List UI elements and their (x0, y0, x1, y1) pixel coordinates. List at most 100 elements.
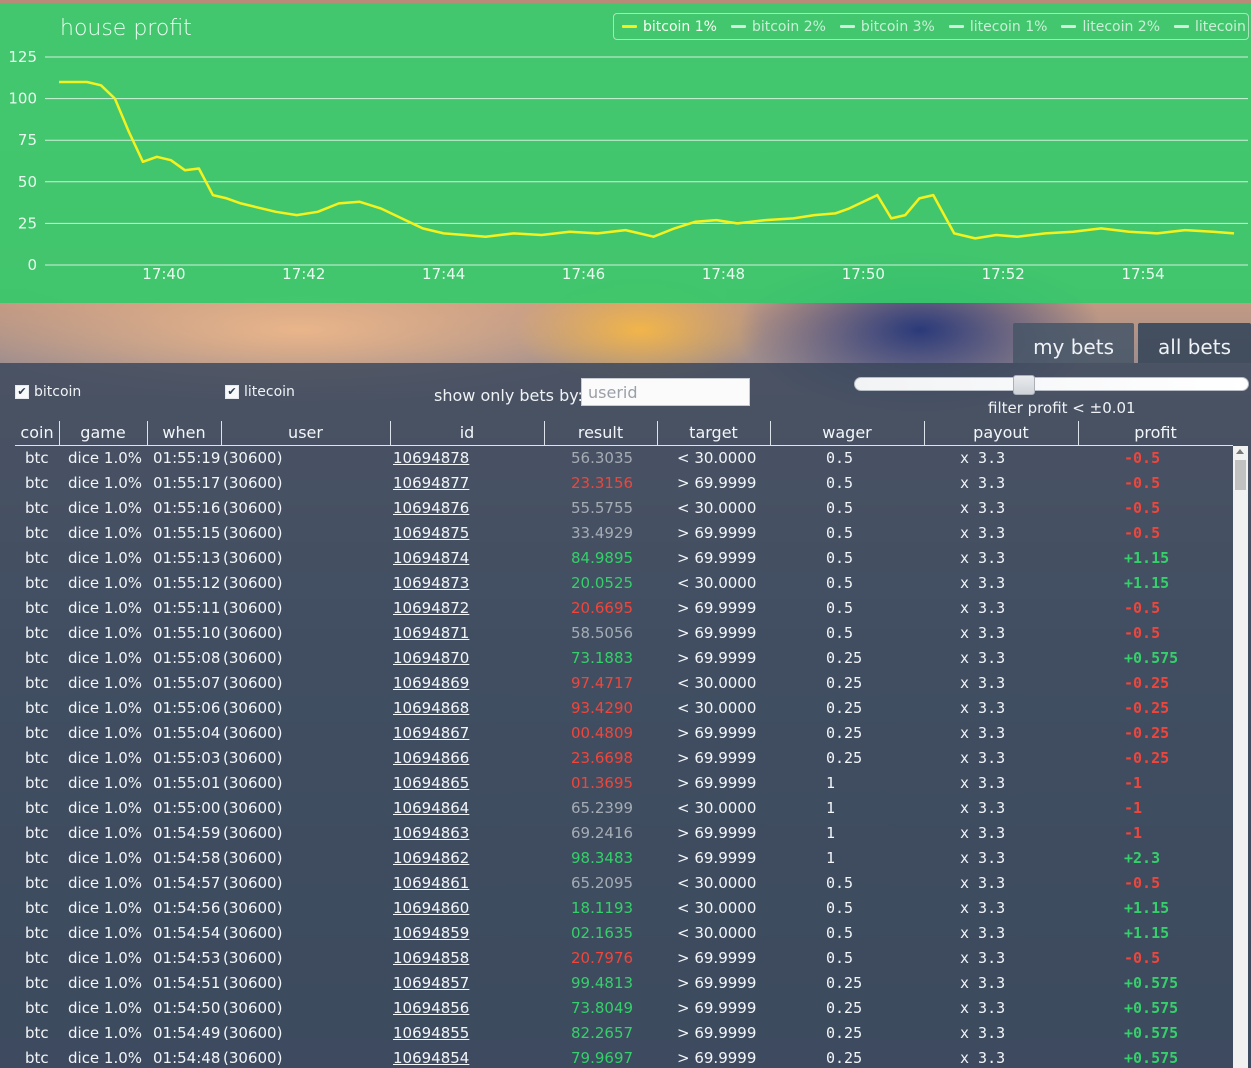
x-tick-label: 17:52 (982, 265, 1025, 283)
cell-game: dice 1.0% (68, 524, 143, 542)
table-scrollbar-thumb[interactable] (1235, 460, 1246, 490)
cell-wager: 0.5 (826, 574, 854, 592)
cell-id[interactable]: 10694875 (393, 521, 469, 546)
cell-profit: +1.15 (1124, 899, 1170, 917)
cell-coin: btc (25, 974, 49, 992)
x-tick-label: 17:44 (422, 265, 465, 283)
cell-when: 01:54:56 (153, 899, 221, 917)
cell-id[interactable]: 10694862 (393, 846, 469, 871)
profit-filter-label: filter profit < ±0.01 (988, 399, 1136, 417)
cell-id[interactable]: 10694877 (393, 471, 469, 496)
tab-all-bets[interactable]: all bets (1138, 323, 1251, 363)
cell-id[interactable]: 10694869 (393, 671, 469, 696)
cell-id[interactable]: 10694865 (393, 771, 469, 796)
cell-id[interactable]: 10694873 (393, 571, 469, 596)
cell-game: dice 1.0% (68, 599, 143, 617)
cell-coin: btc (25, 824, 49, 842)
cell-when: 01:55:03 (153, 749, 221, 767)
cell-wager: 0.5 (826, 599, 854, 617)
cell-when: 01:54:58 (153, 849, 221, 867)
legend-item[interactable]: bitcoin 2% (730, 19, 826, 35)
cell-payout: x 3.3 (960, 674, 1006, 692)
cell-target: < 30.0000 (677, 499, 757, 517)
bets-tabs: my bets all bets (1009, 323, 1251, 363)
cell-id[interactable]: 10694870 (393, 646, 469, 671)
profit-filter-slider[interactable] (854, 377, 1249, 391)
userid-input[interactable] (581, 378, 750, 406)
cell-wager: 0.5 (826, 624, 854, 642)
profit-filter-slider-handle[interactable] (1012, 375, 1035, 395)
cell-wager: 0.25 (826, 699, 863, 717)
cell-when: 01:54:51 (153, 974, 221, 992)
legend-item[interactable]: litecoin 3% (1174, 19, 1251, 35)
cell-id[interactable]: 10694861 (393, 871, 469, 896)
cell-id[interactable]: 10694857 (393, 971, 469, 996)
y-tick-label: 0 (27, 256, 37, 274)
cell-id[interactable]: 10694855 (393, 1021, 469, 1046)
cell-id[interactable]: 10694871 (393, 621, 469, 646)
cell-user: (30600) (223, 499, 283, 517)
cell-id[interactable]: 10694854 (393, 1046, 469, 1068)
cell-profit: +0.575 (1124, 999, 1179, 1017)
bitcoin-checkbox[interactable]: ✔ (15, 385, 29, 399)
cell-id[interactable]: 10694876 (393, 496, 469, 521)
cell-game: dice 1.0% (68, 999, 143, 1017)
cell-id[interactable]: 10694874 (393, 546, 469, 571)
cell-result: 98.3483 (571, 849, 634, 867)
bitcoin-filter[interactable]: ✔ bitcoin (15, 384, 81, 400)
x-tick-label: 17:46 (562, 265, 605, 283)
cell-result: 20.0525 (571, 574, 634, 592)
cell-game: dice 1.0% (68, 924, 143, 942)
cell-id[interactable]: 10694863 (393, 821, 469, 846)
tab-my-bets[interactable]: my bets (1013, 323, 1134, 363)
cell-id[interactable]: 10694868 (393, 696, 469, 721)
x-tick-label: 17:42 (282, 265, 325, 283)
cell-id[interactable]: 10694860 (393, 896, 469, 921)
cell-user: (30600) (223, 549, 283, 567)
scroll-up-arrow-icon[interactable] (1236, 449, 1244, 454)
cell-target: > 69.9999 (677, 724, 757, 742)
cell-wager: 0.5 (826, 549, 854, 567)
cell-id[interactable]: 10694858 (393, 946, 469, 971)
cell-payout: x 3.3 (960, 849, 1006, 867)
table-scrollbar[interactable] (1233, 446, 1248, 1068)
cell-id[interactable]: 10694878 (393, 446, 469, 471)
legend-item[interactable]: litecoin 2% (1061, 19, 1160, 35)
cell-payout: x 3.3 (960, 524, 1006, 542)
cell-profit: +2.3 (1124, 849, 1161, 867)
cell-coin: btc (25, 674, 49, 692)
cell-game: dice 1.0% (68, 949, 143, 967)
cell-profit: +0.575 (1124, 1049, 1179, 1067)
cell-id[interactable]: 10694864 (393, 796, 469, 821)
cell-id[interactable]: 10694872 (393, 596, 469, 621)
legend-item[interactable]: litecoin 1% (948, 18, 1048, 35)
bets-table-header: coin game when user id result target wag… (15, 421, 1233, 446)
legend-item[interactable]: bitcoin 1% (622, 19, 717, 35)
table-row: btc dice 1.0% 01:55:17 (30600) 10694877 23.31… (15, 471, 1233, 496)
cell-profit: -1 (1124, 824, 1143, 842)
cell-wager: 0.5 (826, 449, 854, 467)
cell-coin: btc (25, 774, 49, 792)
cell-user: (30600) (223, 449, 283, 467)
litecoin-filter[interactable]: ✔ litecoin (225, 384, 295, 400)
cell-game: dice 1.0% (68, 499, 143, 517)
cell-id[interactable]: 10694866 (393, 746, 469, 771)
cell-profit: -0.5 (1124, 474, 1161, 492)
table-row: btc dice 1.0% 01:55:08 (30600) 10694870 73.18… (15, 646, 1233, 671)
cell-id[interactable]: 10694867 (393, 721, 469, 746)
cell-id[interactable]: 10694856 (393, 996, 469, 1021)
cell-coin: btc (25, 524, 49, 542)
legend-label: litecoin 1% (969, 18, 1048, 35)
litecoin-checkbox[interactable]: ✔ (225, 385, 239, 399)
cell-id[interactable]: 10694859 (393, 921, 469, 946)
cell-user: (30600) (223, 849, 283, 867)
cell-user: (30600) (223, 1049, 283, 1067)
legend-item[interactable]: bitcoin 3% (839, 19, 935, 35)
cell-game: dice 1.0% (68, 1049, 143, 1067)
cell-wager: 0.5 (826, 899, 854, 917)
cell-payout: x 3.3 (960, 824, 1006, 842)
cell-wager: 0.25 (826, 999, 863, 1017)
cell-target: > 69.9999 (677, 849, 757, 867)
bets-table-body: btc dice 1.0% 01:55:19 (30600) 10694878 56.30… (15, 446, 1233, 1068)
cell-coin: btc (25, 549, 49, 567)
